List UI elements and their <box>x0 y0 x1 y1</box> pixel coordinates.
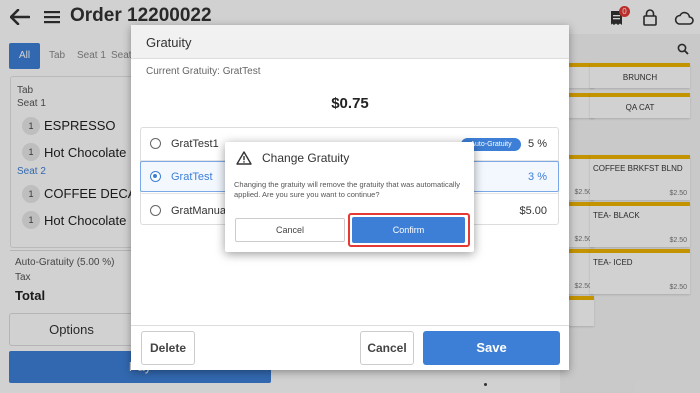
change-gratuity-message: Changing the gratuity will remove the gr… <box>234 180 460 199</box>
change-gratuity-title: Change Gratuity <box>262 151 350 165</box>
cancel-button[interactable]: Cancel <box>360 331 414 365</box>
current-gratuity-label: Current Gratuity: GratTest <box>146 66 261 77</box>
gratuity-option-name[interactable]: GratTest <box>171 171 213 183</box>
delete-button[interactable]: Delete <box>141 331 195 365</box>
gratuity-option-value: 5 % <box>528 138 547 150</box>
gratuity-radio[interactable] <box>150 138 161 149</box>
gratuity-dialog-title: Gratuity <box>146 35 192 50</box>
gratuity-option-name[interactable]: GratTest1 <box>171 138 219 150</box>
gratuity-amount: $0.75 <box>331 95 369 112</box>
gratuity-option-value: $5.00 <box>519 205 547 217</box>
divider <box>131 325 569 326</box>
gratuity-option-name[interactable]: GratManual <box>171 205 228 217</box>
confirm-highlight-outline <box>348 213 470 247</box>
page-indicator-dot <box>484 383 487 386</box>
gratuity-dialog-header <box>131 25 569 59</box>
warning-icon <box>236 151 252 165</box>
gratuity-radio-selected[interactable] <box>150 171 161 182</box>
gratuity-option-value: 3 % <box>528 171 547 183</box>
confirm-cancel-button[interactable]: Cancel <box>235 218 345 242</box>
save-button[interactable]: Save <box>423 331 560 365</box>
gratuity-radio[interactable] <box>150 205 161 216</box>
